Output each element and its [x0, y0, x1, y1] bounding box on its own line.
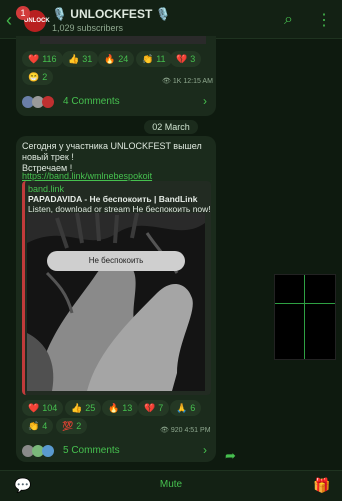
date-separator: 02 March	[0, 120, 342, 134]
broken-heart-icon: 💔	[176, 54, 188, 64]
preview-site: band.link	[28, 184, 65, 194]
search-icon[interactable]: ⌕	[284, 11, 293, 29]
preview-title: PAPADAVIDA - Не беспокоить | BandLink	[28, 194, 198, 204]
mute-button[interactable]: Mute	[0, 479, 342, 490]
clap-icon: 👏	[142, 54, 154, 64]
reaction-clap[interactable]: 👏 11	[136, 51, 172, 67]
reaction-count: 7	[158, 403, 164, 413]
date-label: 02 March	[144, 120, 198, 134]
comments-link[interactable]: 4 Comments	[63, 96, 120, 107]
preview-track-button[interactable]: Не беспокоить	[47, 251, 185, 271]
reaction-heart[interactable]: ❤️ 104	[22, 400, 64, 416]
reaction-broken-heart[interactable]: 💔 3	[170, 51, 202, 67]
thumbs-up-icon: 👍	[68, 54, 80, 64]
avatar	[42, 445, 54, 457]
reaction-count: 24	[118, 54, 129, 64]
pray-icon: 🙏	[176, 403, 188, 413]
bottom-bar: 💬 Mute 🎁	[0, 470, 342, 501]
reaction-broken-heart[interactable]: 💔 7	[138, 400, 170, 416]
more-menu-icon[interactable]: ⋮	[316, 10, 332, 30]
hands-photo	[27, 213, 205, 391]
reaction-hundred[interactable]: 💯 2	[56, 418, 88, 434]
heart-icon: ❤️	[28, 403, 40, 413]
post-text-line: новый трек !	[22, 152, 74, 162]
back-icon[interactable]: ‹	[6, 10, 12, 31]
post-text-line: Сегодня у участника UNLOCKFEST вышел	[22, 141, 202, 151]
reaction-pray[interactable]: 🙏 6	[170, 400, 202, 416]
thumbs-up-icon: 👍	[71, 403, 83, 413]
views-time: 👁 920 4:51 PM	[160, 427, 211, 434]
reaction-count: 2	[42, 72, 48, 82]
chevron-right-icon[interactable]: ›	[203, 94, 207, 108]
reaction-fire[interactable]: 🔥 13	[102, 400, 139, 416]
reaction-fire[interactable]: 🔥 24	[98, 51, 135, 67]
unread-badge: 1	[16, 6, 30, 20]
reaction-count: 25	[85, 403, 96, 413]
channel-title[interactable]: 🎙️ UNLOCKFEST 🎙️	[52, 7, 171, 21]
reaction-count: 31	[82, 54, 93, 64]
reaction-count: 104	[42, 403, 58, 413]
reaction-count: 2	[76, 421, 82, 431]
hundred-icon: 💯	[62, 421, 74, 431]
post-link[interactable]: https://band.link/wmlnebespokoit	[22, 168, 152, 182]
reaction-count: 11	[156, 54, 166, 64]
reaction-count: 3	[190, 54, 196, 64]
share-icon[interactable]: ➦	[225, 448, 236, 464]
reaction-heart[interactable]: ❤️ 116	[22, 51, 63, 67]
fire-icon: 🔥	[108, 403, 120, 413]
broken-heart-icon: 💔	[144, 403, 156, 413]
commenter-avatars	[22, 444, 58, 458]
clap-icon: 👏	[28, 421, 40, 431]
preview-photo[interactable]	[27, 213, 205, 391]
reaction-thumbs-up[interactable]: 👍 25	[65, 400, 102, 416]
reaction-count: 4	[42, 421, 48, 431]
avatar	[42, 96, 54, 108]
reaction-clap[interactable]: 👏 4	[22, 418, 54, 434]
commenter-avatars	[22, 95, 58, 109]
crosshair-horizontal	[275, 303, 335, 304]
reaction-thumbs-up[interactable]: 👍 31	[62, 51, 99, 67]
subscriber-count: 1,029 subscribers	[52, 23, 124, 33]
chevron-right-icon[interactable]: ›	[203, 443, 207, 457]
fire-icon: 🔥	[104, 54, 116, 64]
grin-icon: 😁	[28, 72, 40, 82]
gift-icon[interactable]: 🎁	[313, 477, 330, 494]
post-image-bottom	[40, 36, 206, 44]
reaction-count: 116	[42, 54, 57, 64]
views-time: 👁 1K 12:15 AM	[162, 78, 213, 85]
crosshair-vertical	[304, 275, 305, 359]
comments-link[interactable]: 5 Comments	[63, 445, 120, 456]
pip-video[interactable]	[274, 274, 336, 360]
reaction-count: 6	[190, 403, 196, 413]
reaction-grin[interactable]: 😁 2	[22, 69, 54, 85]
reaction-count: 13	[122, 403, 133, 413]
heart-icon: ❤️	[28, 54, 40, 64]
